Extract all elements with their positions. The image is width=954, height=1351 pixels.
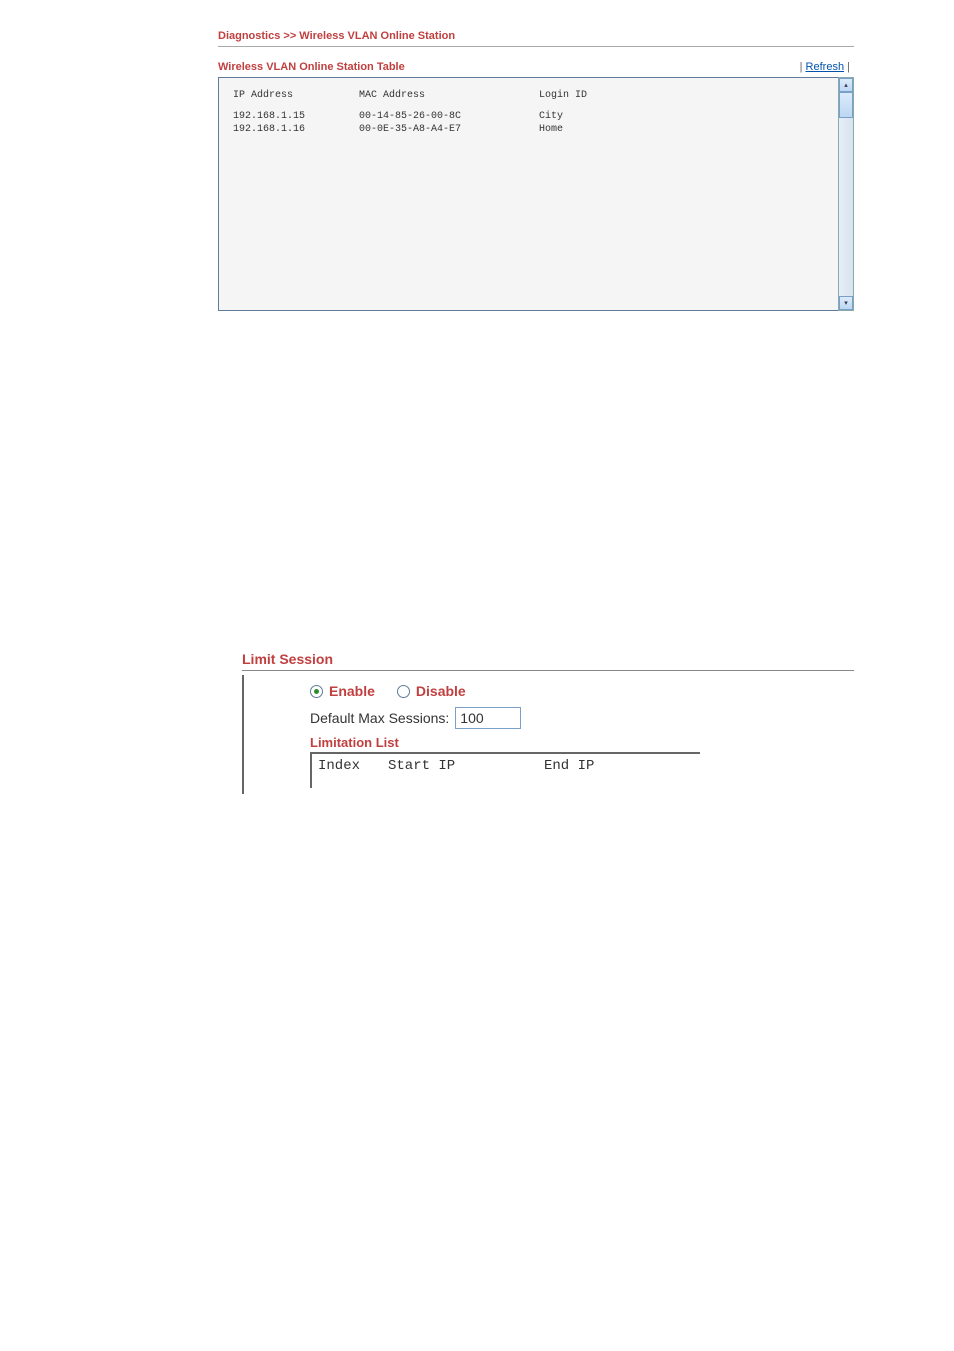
station-table-title: Wireless VLAN Online Station Table <box>218 61 405 73</box>
col-header-login: Login ID <box>539 90 659 101</box>
scrollbar[interactable]: ▴ ▾ <box>838 77 854 311</box>
cell-mac: 00-14-85-26-00-8C <box>359 111 539 122</box>
radio-off-icon <box>397 685 410 698</box>
col-header-ip: IP Address <box>233 90 359 101</box>
radio-on-icon <box>310 685 323 698</box>
table-row: 192.168.1.15 00-14-85-26-00-8C City <box>233 111 840 122</box>
enable-radio[interactable]: Enable <box>310 683 375 699</box>
chevron-down-icon: ▾ <box>844 299 848 307</box>
refresh-wrap: | Refresh | <box>800 61 850 73</box>
cell-login: Home <box>539 124 659 135</box>
scroll-thumb[interactable] <box>839 92 853 118</box>
scroll-down-button[interactable]: ▾ <box>839 296 853 310</box>
chevron-up-icon: ▴ <box>844 81 848 89</box>
col-header-start-ip: Start IP <box>388 758 544 774</box>
scroll-track[interactable] <box>839 92 853 296</box>
limitation-list: Index Start IP End IP <box>310 752 700 788</box>
col-header-index: Index <box>318 758 388 774</box>
table-row: 192.168.1.16 00-0E-35-A8-A4-E7 Home <box>233 124 840 135</box>
limit-session-title: Limit Session <box>242 651 854 671</box>
col-header-end-ip: End IP <box>544 758 644 774</box>
breadcrumb: Diagnostics >> Wireless VLAN Online Stat… <box>218 30 854 47</box>
max-sessions-input[interactable]: 100 <box>455 707 521 729</box>
scroll-up-button[interactable]: ▴ <box>839 78 853 92</box>
disable-radio[interactable]: Disable <box>397 683 466 699</box>
disable-label: Disable <box>416 683 466 699</box>
refresh-link[interactable]: Refresh <box>806 61 845 73</box>
station-table: IP Address MAC Address Login ID 192.168.… <box>218 77 854 311</box>
limitation-list-title: Limitation List <box>250 735 848 750</box>
cell-login: City <box>539 111 659 122</box>
cell-mac: 00-0E-35-A8-A4-E7 <box>359 124 539 135</box>
cell-ip: 192.168.1.16 <box>233 124 359 135</box>
cell-ip: 192.168.1.15 <box>233 111 359 122</box>
col-header-mac: MAC Address <box>359 90 539 101</box>
enable-label: Enable <box>329 683 375 699</box>
sessions-label: Default Max Sessions: <box>310 710 449 726</box>
